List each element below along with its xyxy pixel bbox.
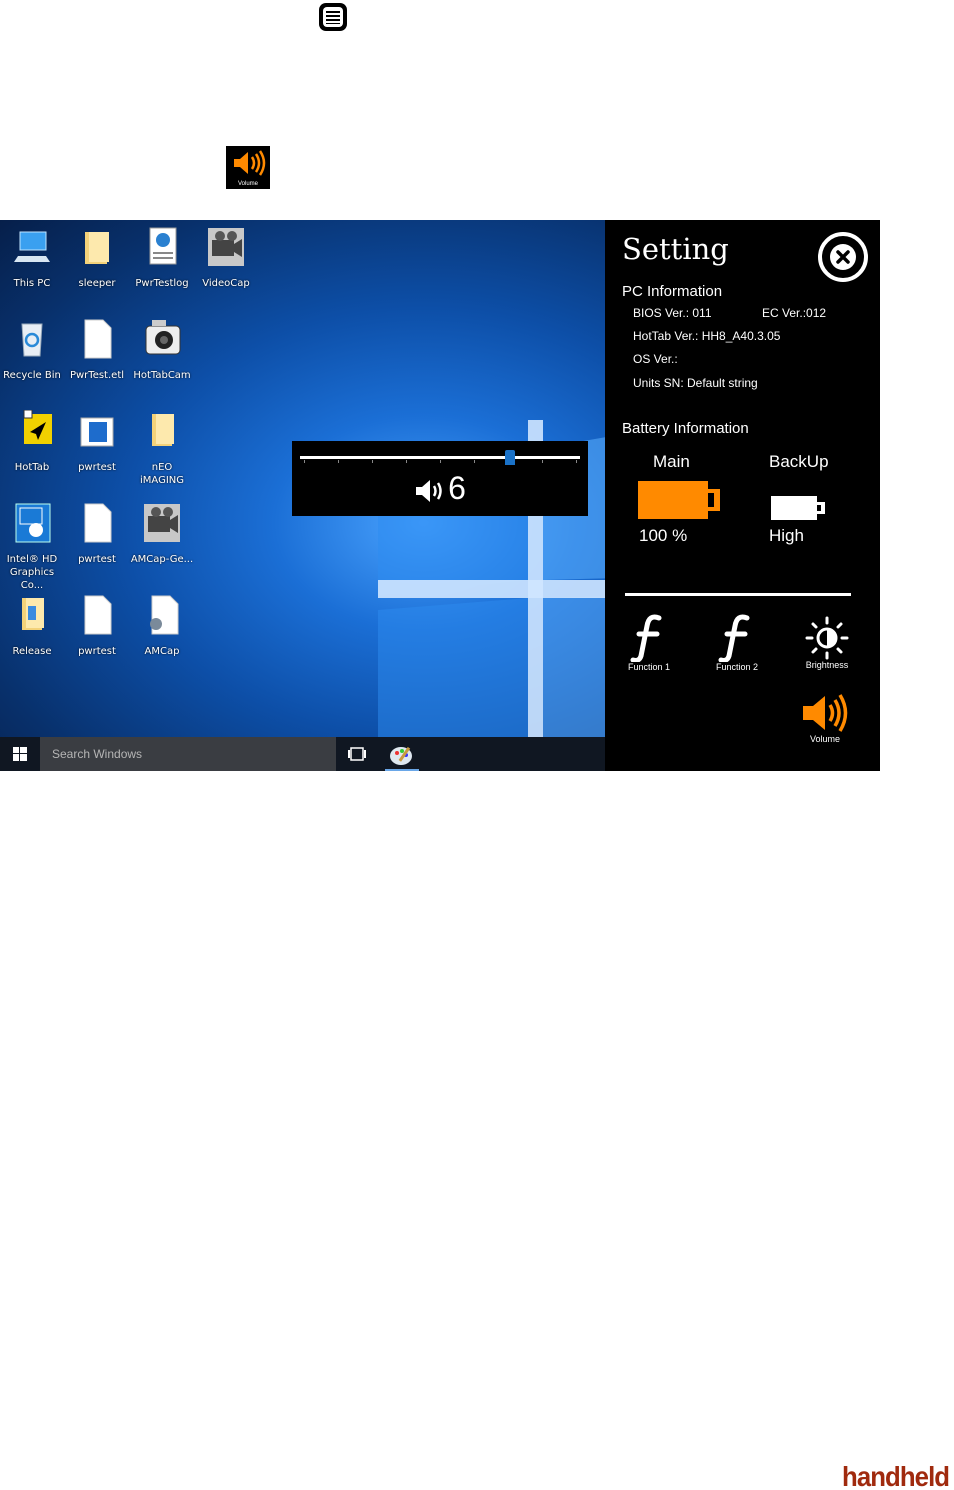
desktop-icon-label: Release (12, 646, 52, 657)
windows-start-icon[interactable] (13, 747, 27, 761)
desktop-icon-label: PwrTest.etl (69, 370, 125, 381)
function1-label: Function 1 (627, 662, 671, 672)
desktop-icon-label: PwrTestlog (135, 278, 189, 289)
intel-icon (15, 503, 51, 543)
file-icon (84, 319, 112, 359)
desktop-icon-label: VideoCap (202, 278, 250, 289)
function2-label: Function 2 (715, 662, 759, 672)
volume-osd: 6 (292, 441, 588, 516)
brightness-button[interactable]: Brightness (797, 616, 857, 670)
volume-value: 6 (448, 470, 466, 506)
desktop-icon-label: AMCap-Ge... (130, 554, 194, 565)
desktop-icon-hottab[interactable]: HotTab (0, 409, 64, 474)
os-version: OS Ver.: (633, 352, 678, 366)
video-camera-icon (144, 504, 180, 542)
panel-title: Setting (622, 232, 729, 266)
desktop-icon-hottabcam[interactable]: HotTabCam (130, 318, 194, 382)
folder-icon (22, 598, 44, 630)
close-icon[interactable] (817, 231, 869, 283)
ec-version: EC Ver.:012 (762, 306, 827, 320)
recycle-bin-icon (21, 323, 43, 357)
desktop-icon-pwrtest-etl[interactable]: PwrTest.etl (65, 318, 129, 382)
volume-label: Volume (237, 181, 258, 187)
desktop-icon-pwrtestlog[interactable]: PwrTestlog (130, 226, 194, 290)
function1-icon (630, 614, 662, 662)
main-battery-icon (638, 481, 720, 519)
desktop-icon-label: pwrtest (78, 462, 116, 473)
settings-file-icon (150, 595, 179, 635)
camera-icon (145, 320, 181, 355)
volume-slider-thumb[interactable] (505, 450, 515, 465)
file-icon (84, 503, 112, 543)
volume-label: Volume (809, 734, 841, 744)
desktop-icon-sleeper[interactable]: sleeper (65, 226, 129, 290)
desktop: This PC sleeper PwrTestlog VideoCap Recy… (0, 220, 618, 771)
volume-slider-track[interactable] (300, 456, 580, 463)
desktop-icon-label: Recycle Bin (3, 370, 61, 381)
desktop-icon-neo-imaging[interactable]: nEO iMAGING (130, 410, 194, 487)
desktop-icon-label: pwrtest (78, 554, 116, 565)
paint-app-icon (390, 746, 412, 765)
task-view-icon[interactable] (348, 747, 366, 761)
search-placeholder: Search Windows (52, 747, 143, 761)
desktop-icon-this-pc[interactable]: This PC (0, 226, 64, 290)
web-document-icon (149, 227, 177, 265)
function2-icon (718, 614, 750, 662)
setting-panel: Setting PC Information BIOS Ver.: 011 EC… (605, 220, 880, 771)
desktop-icon-intel-hd-graphics[interactable]: Intel® HD Graphics Co... (0, 502, 64, 592)
volume-button-icon: Volume (226, 146, 270, 189)
desktop-icon-label: Intel® HD Graphics Co... (6, 554, 58, 591)
desktop-icon-label: AMCap (144, 646, 180, 657)
folder-icon (85, 232, 109, 264)
desktop-icon-label: pwrtest (78, 646, 116, 657)
folder-icon (152, 414, 174, 446)
function2-button[interactable]: Function 2 (707, 612, 767, 672)
window-file-icon (80, 417, 114, 447)
video-camera-icon (208, 228, 244, 266)
backup-battery-label: BackUp (769, 452, 829, 471)
desktop-icon-label: This PC (13, 278, 51, 289)
backup-battery-value: High (769, 526, 804, 545)
speaker-icon (416, 479, 442, 502)
hottab-version: HotTab Ver.: HH8_A40.3.05 (633, 329, 781, 343)
file-icon (84, 595, 112, 635)
computer-icon (14, 231, 50, 262)
desktop-icon-label: HotTab (14, 462, 50, 473)
desktop-icon-pwrtest-1[interactable]: pwrtest (65, 410, 129, 474)
main-battery-label: Main (653, 452, 690, 471)
brightness-label: Brightness (805, 660, 849, 670)
hottab-icon (23, 409, 52, 444)
desktop-icon-release[interactable]: Release (0, 594, 64, 658)
taskbar-app-hottab[interactable] (385, 742, 419, 771)
function1-button[interactable]: Function 1 (619, 612, 679, 672)
desktop-icon-pwrtest-3[interactable]: pwrtest (65, 594, 129, 658)
brand-logo: handheld (842, 1461, 950, 1490)
desktop-icon-label: sleeper (78, 278, 116, 289)
divider (625, 593, 851, 596)
screenshot: This PC sleeper PwrTestlog VideoCap Recy… (0, 220, 880, 771)
desktop-icon-videocap[interactable]: VideoCap (194, 226, 258, 290)
desktop-icon-label: HotTabCam (133, 370, 191, 381)
desktop-icon-amcap[interactable]: AMCap (130, 594, 194, 658)
pc-info-heading: PC Information (622, 283, 723, 300)
desktop-icon-pwrtest-2[interactable]: pwrtest (65, 502, 129, 566)
units-sn: Units SN: Default string (633, 376, 758, 390)
desktop-icon-recycle-bin[interactable]: Recycle Bin (0, 318, 64, 382)
bios-version: BIOS Ver.: 011 (633, 306, 712, 320)
desktop-icon-amcap-ge[interactable]: AMCap-Ge... (130, 502, 194, 566)
main-battery-value: 100 % (639, 526, 688, 545)
backup-battery-icon (771, 496, 825, 520)
battery-heading: Battery Information (622, 420, 749, 437)
list-document-icon (318, 2, 348, 32)
volume-button[interactable]: Volume (795, 692, 855, 744)
brightness-icon (805, 616, 849, 660)
desktop-icon-label: nEO iMAGING (140, 462, 184, 486)
volume-icon (803, 694, 848, 732)
search-input[interactable]: Search Windows (40, 737, 336, 771)
taskbar: Search Windows (0, 737, 605, 771)
